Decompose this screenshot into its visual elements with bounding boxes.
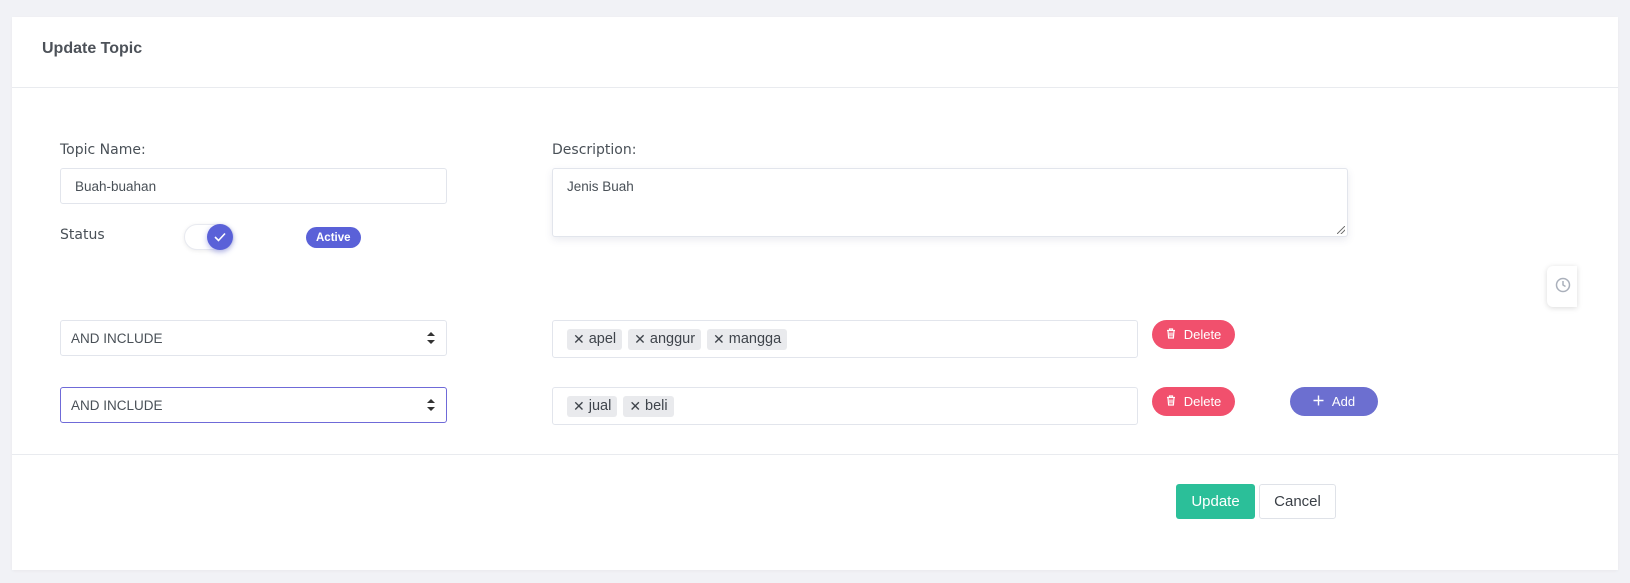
cancel-button[interactable]: Cancel: [1259, 484, 1336, 519]
trash-icon: [1166, 394, 1176, 409]
delete-label: Delete: [1183, 394, 1222, 409]
status-badge: Active: [306, 227, 361, 248]
delete-rule-button-1[interactable]: Delete: [1152, 320, 1235, 349]
rule-operator-value-2: AND INCLUDE: [71, 397, 163, 413]
resize-grip-icon[interactable]: [1337, 226, 1345, 234]
topic-name-label: Topic Name:: [60, 142, 146, 158]
update-button[interactable]: Update: [1176, 484, 1255, 519]
description-value: Jenis Buah: [567, 179, 634, 194]
select-arrows-icon: [427, 399, 435, 411]
add-label: Add: [1331, 394, 1356, 409]
footer-divider: [12, 454, 1618, 455]
update-topic-card: Update Topic Topic Name: Buah-buahan Des…: [12, 17, 1618, 570]
rule-operator-select-1[interactable]: AND INCLUDE: [60, 320, 447, 356]
card-header: Update Topic: [12, 17, 1618, 88]
add-rule-button[interactable]: Add: [1290, 387, 1378, 416]
times-icon[interactable]: ✕: [713, 331, 725, 348]
description-label: Description:: [552, 142, 637, 158]
tag-label: anggur: [649, 331, 696, 347]
tag-chip: ✕ apel: [567, 328, 623, 350]
times-icon[interactable]: ✕: [634, 331, 646, 348]
tag-chip: ✕ anggur: [628, 328, 702, 350]
plus-icon: [1313, 395, 1324, 409]
tag-label: apel: [588, 331, 617, 347]
select-arrows-icon: [427, 332, 435, 344]
status-label: Status: [60, 227, 105, 243]
rule-operator-value-1: AND INCLUDE: [71, 330, 163, 346]
description-textarea[interactable]: Jenis Buah: [552, 168, 1348, 237]
topic-name-input[interactable]: Buah-buahan: [60, 168, 447, 204]
clock-icon: [1555, 277, 1571, 297]
times-icon[interactable]: ✕: [573, 331, 585, 348]
topic-name-value: Buah-buahan: [75, 178, 157, 194]
status-toggle[interactable]: [184, 224, 234, 250]
rule-tags-input-2[interactable]: ✕ jual ✕ beli: [552, 387, 1138, 425]
delete-rule-button-2[interactable]: Delete: [1152, 387, 1235, 416]
tag-chip: ✕ mangga: [707, 328, 788, 350]
times-icon[interactable]: ✕: [629, 398, 641, 415]
times-icon[interactable]: ✕: [573, 398, 585, 415]
rule-operator-select-2[interactable]: AND INCLUDE: [60, 387, 447, 423]
tag-chip: ✕ jual: [567, 395, 618, 417]
tag-label: jual: [588, 398, 612, 414]
trash-icon: [1166, 327, 1176, 342]
tag-label: beli: [645, 398, 668, 414]
delete-label: Delete: [1183, 327, 1222, 342]
tag-chip: ✕ beli: [623, 395, 674, 417]
side-panel-tab[interactable]: [1547, 266, 1577, 307]
tag-label: mangga: [728, 331, 782, 347]
rule-tags-input-1[interactable]: ✕ apel ✕ anggur ✕ mangga: [552, 320, 1138, 358]
check-icon: [207, 224, 233, 250]
page-title: Update Topic: [42, 40, 143, 57]
